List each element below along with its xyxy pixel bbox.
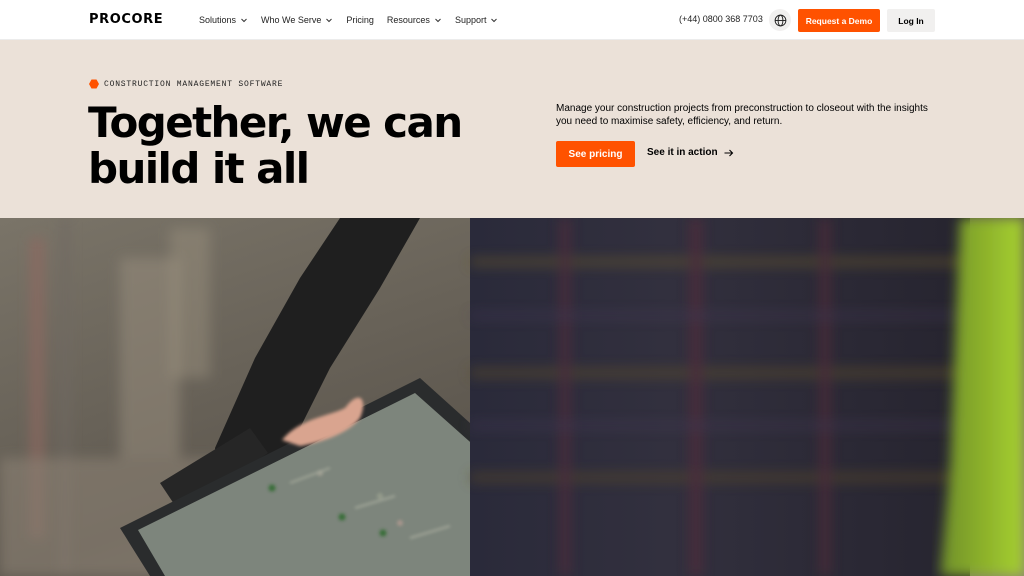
arrow-right-icon [724, 149, 733, 156]
headline-line-1: Together, we can [88, 98, 463, 147]
hero-eyebrow: CONSTRUCTION MANAGEMENT SOFTWARE [89, 79, 283, 89]
hero-photo [0, 218, 1024, 576]
hexagon-icon [89, 79, 99, 89]
globe-icon [774, 14, 786, 26]
procore-logo[interactable]: PROCORE [89, 13, 163, 27]
eyebrow-text: CONSTRUCTION MANAGEMENT SOFTWARE [104, 79, 284, 89]
main-nav: Solutions Who We Serve Pricing Resources… [199, 0, 498, 40]
chevron-down-icon [326, 18, 333, 23]
see-it-in-action-label: See it in action [647, 147, 718, 158]
hero-description: Manage your construction projects from p… [556, 103, 928, 127]
language-selector[interactable] [769, 9, 791, 31]
hero-image [0, 218, 1024, 576]
phone-link[interactable]: (+44) 0800 368 7703 [679, 14, 763, 24]
nav-support[interactable]: Support [455, 15, 499, 25]
nav-who-we-serve-label: Who We Serve [261, 15, 322, 25]
hero-headline: Together, we can build it all [88, 100, 528, 192]
nav-solutions-label: Solutions [199, 15, 237, 25]
login-button[interactable]: Log In [887, 9, 935, 32]
nav-support-label: Support [454, 15, 487, 25]
see-pricing-button[interactable]: See pricing [556, 141, 635, 167]
request-demo-button[interactable]: Request a Demo [798, 9, 880, 32]
nav-resources-label: Resources [386, 15, 430, 25]
chevron-down-icon [435, 18, 441, 23]
see-it-in-action-link[interactable]: See it in action [647, 147, 734, 158]
nav-pricing[interactable]: Pricing [346, 15, 374, 25]
nav-pricing-label: Pricing [346, 15, 374, 25]
nav-who-we-serve[interactable]: Who We Serve [261, 15, 333, 25]
nav-solutions[interactable]: Solutions [199, 15, 248, 25]
nav-resources[interactable]: Resources [387, 15, 442, 25]
chevron-down-icon [241, 18, 247, 23]
chevron-down-icon [491, 18, 498, 23]
headline-line-2: build it all [88, 144, 310, 193]
site-header: PROCORE Solutions Who We Serve Pricing R… [0, 0, 1024, 40]
